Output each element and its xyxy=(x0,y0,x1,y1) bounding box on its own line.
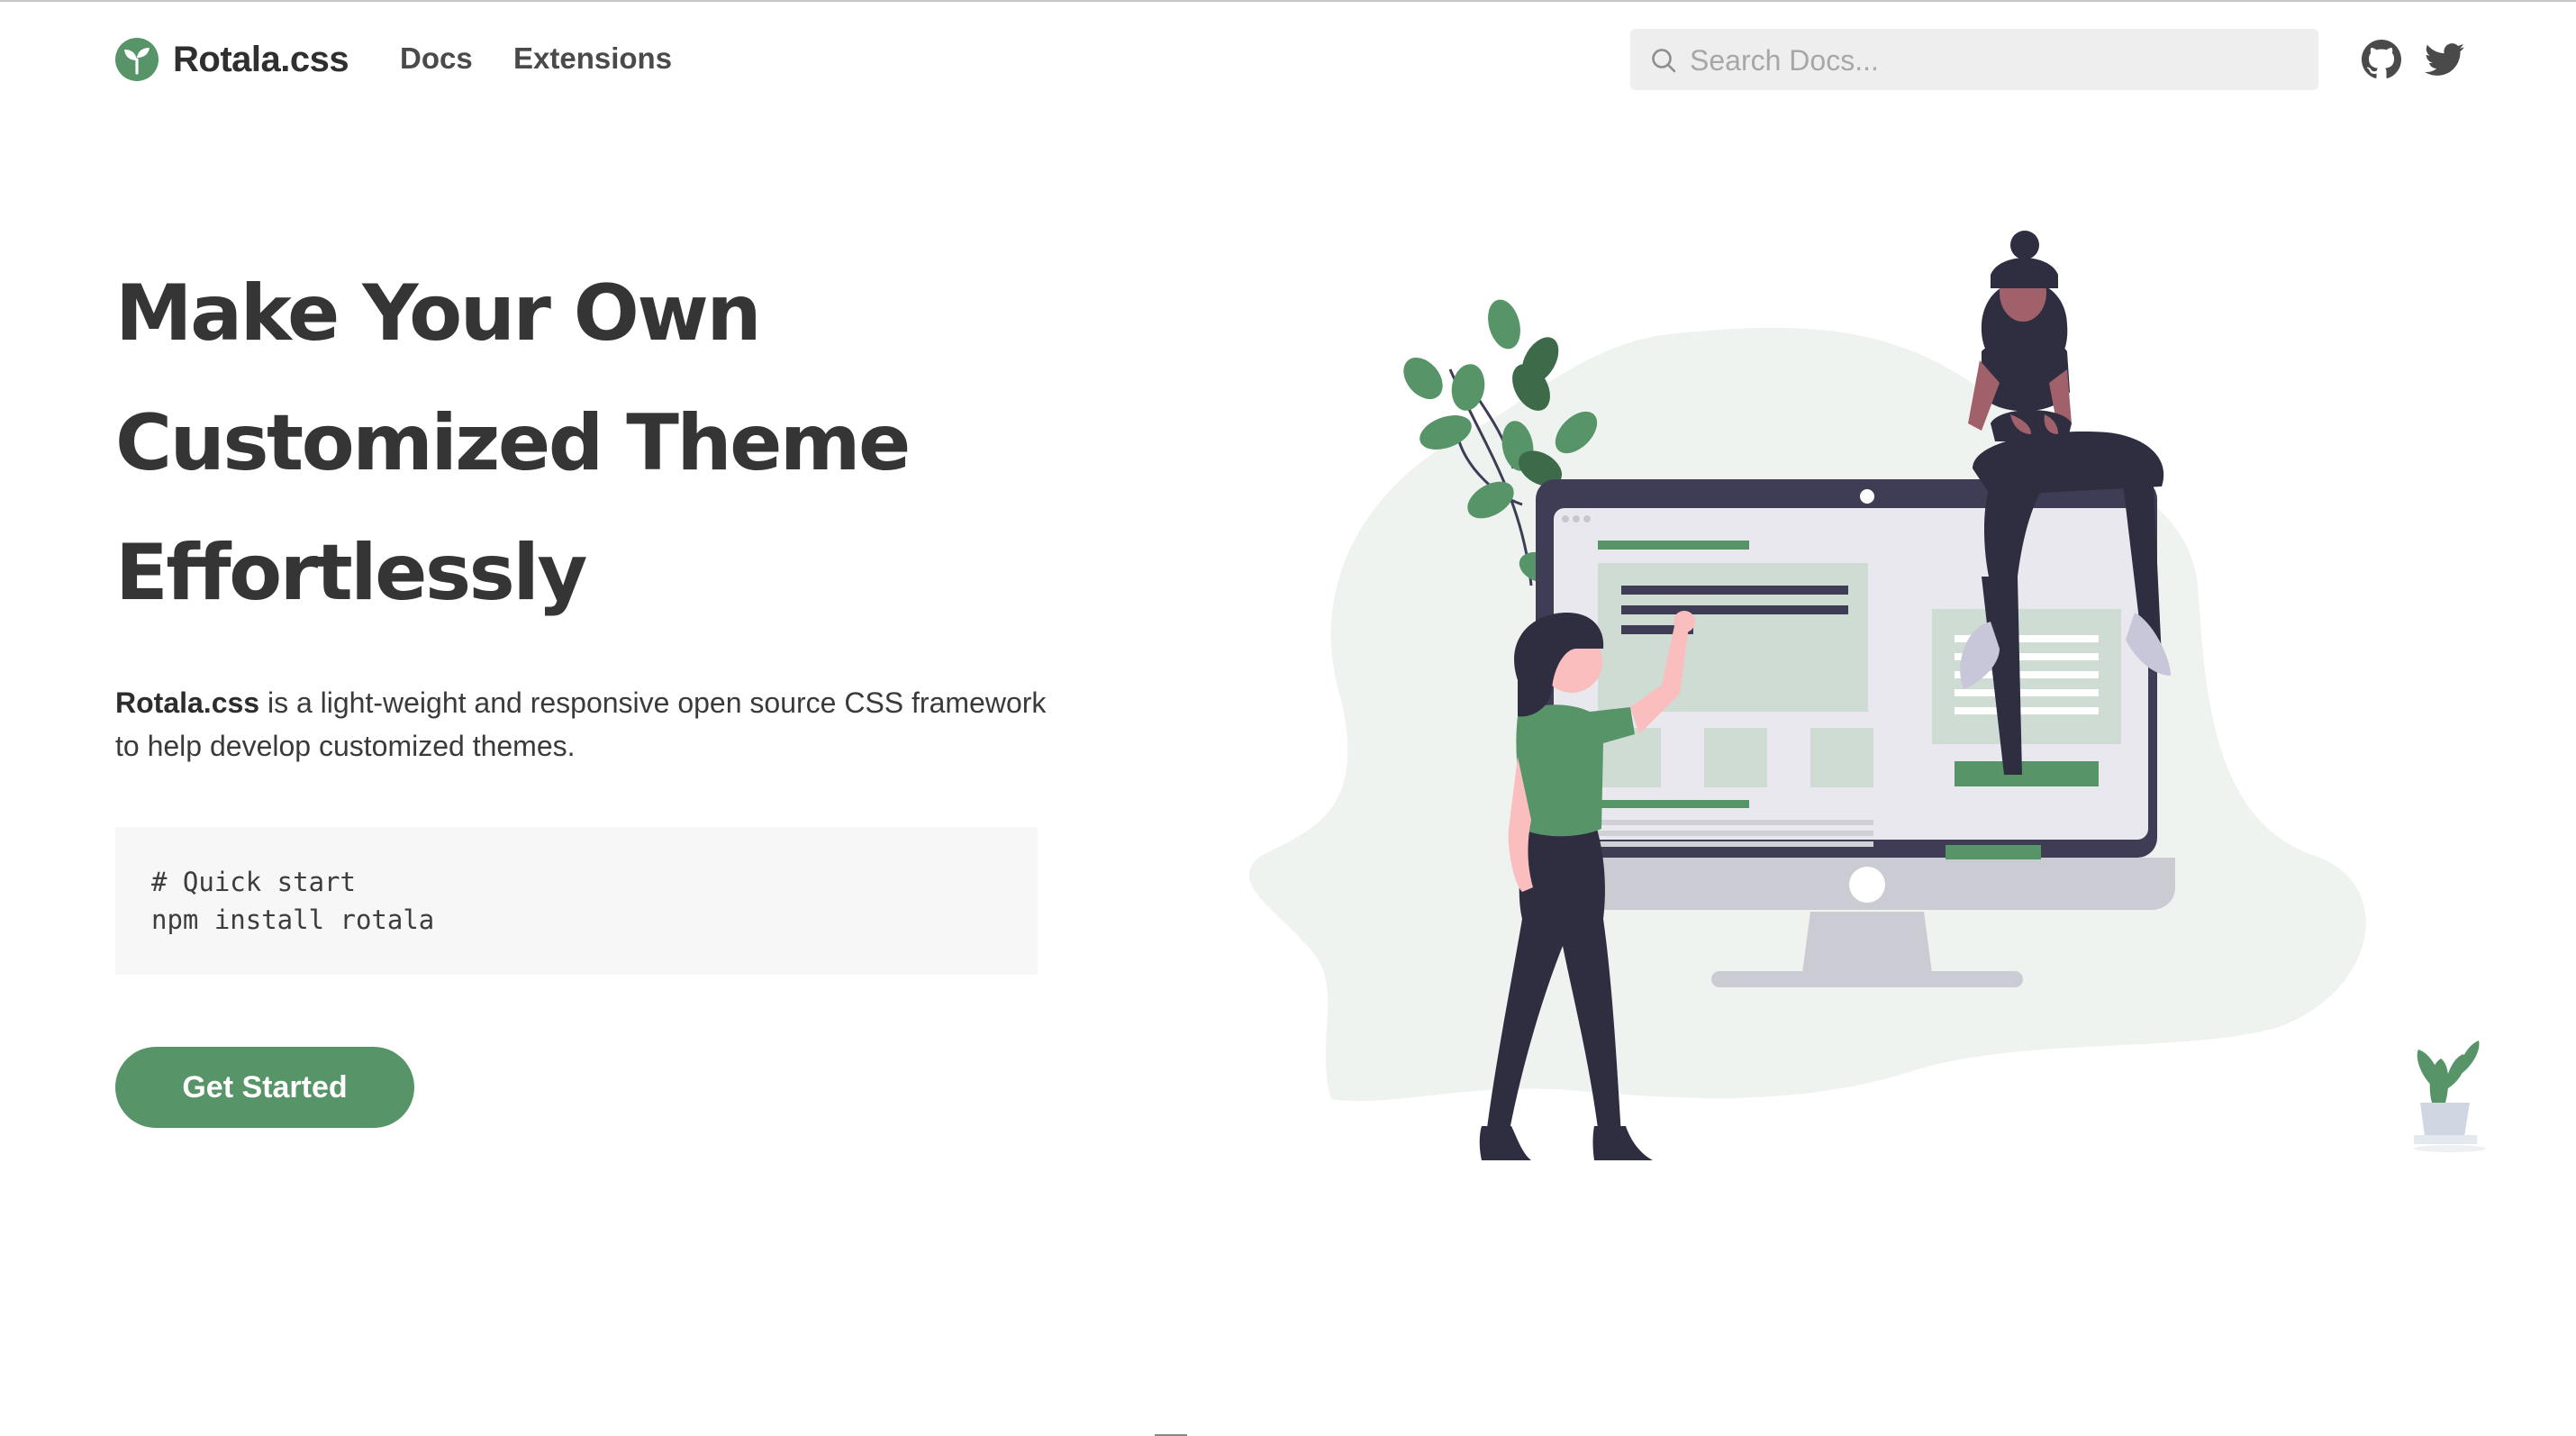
description-brand: Rotala.css xyxy=(115,686,260,719)
brand-link[interactable]: Rotala.css xyxy=(115,36,349,83)
get-started-button[interactable]: Get Started xyxy=(115,1047,414,1128)
twitter-icon xyxy=(2425,43,2464,76)
nav-extensions-link[interactable]: Extensions xyxy=(513,41,672,76)
quick-start-code-block: # Quick start npm install rotala xyxy=(115,827,1038,975)
navbar: Rotala.css Docs Extensions xyxy=(0,2,2576,115)
hero-title-line-2: Customized Theme xyxy=(115,398,911,488)
github-link[interactable] xyxy=(2362,40,2401,79)
github-icon xyxy=(2362,40,2401,78)
hero-title-line-3: Effortlessly xyxy=(115,528,587,618)
sprout-logo-icon xyxy=(115,38,159,81)
search-box xyxy=(1630,29,2318,92)
search-input[interactable] xyxy=(1688,29,2304,92)
code-line-comment: # Quick start xyxy=(151,867,356,897)
twitter-link[interactable] xyxy=(2425,40,2464,79)
nav-docs-link[interactable]: Docs xyxy=(400,41,473,76)
people-building-website-illustration xyxy=(1248,231,2486,1160)
search-icon xyxy=(1652,49,1676,73)
potted-cactus xyxy=(2414,1041,2486,1152)
hero-title-line-1: Make Your Own xyxy=(115,268,762,359)
hero-title: Make Your Own Customized Theme Effortles… xyxy=(115,249,1106,638)
hero-description: Rotala.css is a light-weight and respons… xyxy=(115,681,1061,768)
brand-name: Rotala.css xyxy=(173,39,349,79)
code-line-command: npm install rotala xyxy=(151,904,435,935)
